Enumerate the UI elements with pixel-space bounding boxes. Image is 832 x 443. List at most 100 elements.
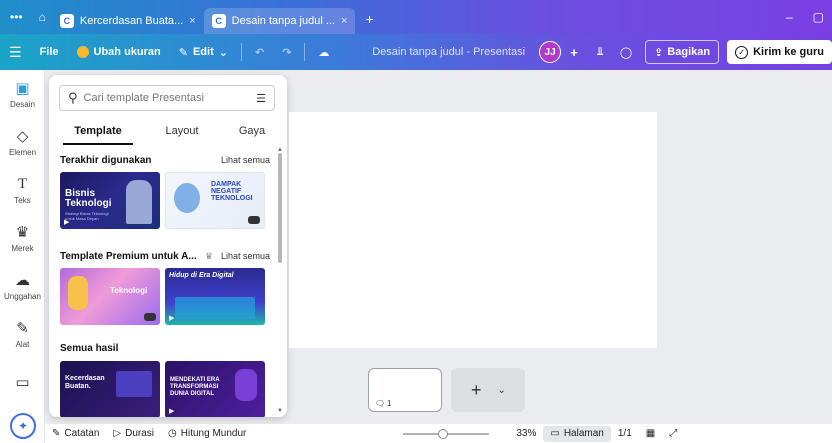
document-title[interactable]: Desain tanpa judul - Presentasi [372,46,539,58]
folder-icon: ▭ [15,374,30,391]
browser-tab-1[interactable]: C Kercerdasan Buata... × [52,8,204,34]
see-all-label: Lihat semua [220,251,270,261]
browser-tab-2[interactable]: C Desain tanpa judul ... × [203,8,356,34]
file-menu[interactable]: File [31,34,68,70]
sidebar-item-elements[interactable]: ◇ Elemen [0,118,45,166]
design-canvas[interactable] [289,112,657,348]
duration-label: Durasi [125,428,155,439]
search-icon: ⚲ [68,90,78,105]
edit-label: Edit [192,46,214,58]
chevron-down-icon: ⌄ [218,46,228,59]
sidebar-item-label: Unggahan [4,292,41,301]
timer-button[interactable]: ◷ Hitung Mundur [161,428,253,439]
send-to-teacher-button[interactable]: ✓ Kirim ke guru [727,40,832,64]
search-input[interactable]: ⚲ Cari template Presentasi ☰ [59,85,275,111]
sidebar-item-label: Merek [11,244,34,253]
browser-menu-icon[interactable]: ••• [0,10,33,24]
robot-hand-image [126,180,152,224]
comment-icon: 🗨 [375,399,386,408]
share-button[interactable]: ⇪ Bagikan [645,40,720,64]
scrollbar[interactable] [278,153,282,263]
sidebar-item-tools[interactable]: ✎ Alat [0,310,45,358]
page-thumbnail[interactable]: 🗨 1 [368,368,442,412]
zoom-level[interactable]: 33% [509,428,543,439]
shapes-icon: ◇ [16,128,29,145]
see-all-link[interactable]: Lihat semua [221,155,270,166]
pages-button[interactable]: ▭ Halaman [543,425,611,442]
bottom-bar: ✎ Catatan ▷ Durasi ◷ Hitung Mundur 33% ▭… [45,424,832,443]
section-title: Terakhir digunakan [60,155,152,166]
insights-icon[interactable]: ⫫ [587,40,613,64]
notes-button[interactable]: ✎ Catatan [45,428,106,439]
comment-icon[interactable]: ◯ [613,40,639,64]
illustration-image [68,276,88,310]
tab-template[interactable]: Template [63,121,133,145]
sidebar-item-brand[interactable]: ♛ Merek [0,214,45,262]
filter-icon[interactable]: ☰ [256,92,266,105]
draw-icon: ✎ [16,320,29,337]
maximize-button[interactable]: ▢ [813,10,824,24]
layout-icon: ▣ [15,80,30,97]
template-thumbnail[interactable]: MENDEKATI ERA TRANSFORMASI DUNIA DIGITAL… [165,361,265,417]
close-icon[interactable]: × [189,15,195,27]
play-icon: ▶ [169,315,175,322]
scroll-down-icon[interactable]: ▼ [277,408,283,414]
zoom-handle[interactable] [438,428,449,439]
text-icon: T [17,175,28,192]
thumbnail-title: Bisnis Teknologi [65,188,112,209]
pages-label: Halaman [563,428,604,439]
tab-style[interactable]: Gaya [217,121,287,145]
menu-button[interactable]: ☰ [0,34,31,70]
grid-view-icon[interactable]: ▦ [639,428,662,439]
add-page-button[interactable]: + ⌄ [451,368,525,412]
cloud-sync-icon[interactable]: ☁ [309,34,338,70]
redo-button[interactable]: ↷ [273,34,300,70]
send-label: Kirim ke guru [753,46,824,58]
scroll-up-icon[interactable]: ▲ [277,147,283,153]
section-recent: Terakhir digunakan Lihat semua [60,155,270,166]
page-count: 1/1 [617,428,632,439]
duration-button[interactable]: ▷ Durasi [106,428,161,439]
canva-logo-icon: C [59,14,74,28]
brand-icon: ♛ [15,224,30,241]
editor-toolbar: ☰ File Ubah ukuran ✎ Edit ⌄ ↶ ↷ ☁ Desain… [0,34,832,70]
add-collaborator-button[interactable]: + [561,40,587,64]
template-panel: ⚲ Cari template Presentasi ☰ Template La… [49,75,287,417]
see-all-link[interactable]: ♛ Lihat semua [205,251,270,262]
canva-logo-icon: C [211,14,226,28]
edit-menu[interactable]: ✎ Edit ⌄ [170,34,237,70]
template-thumbnail[interactable]: DAMPAK NEGATIF TEKNOLOGI [165,172,265,229]
upload-icon: ⇪ [654,46,664,59]
undo-button[interactable]: ↶ [246,34,273,70]
fullscreen-icon[interactable]: ⤢ [662,428,684,439]
minimize-button[interactable]: – [786,10,793,24]
sidebar-item-text[interactable]: T Teks [0,166,45,214]
zoom-slider[interactable] [403,428,490,439]
browser-tab-label: Desain tanpa judul ... [231,15,335,27]
tab-layout[interactable]: Layout [147,121,217,145]
sidebar-item-uploads[interactable]: ☁ Unggahan [0,262,45,310]
sidebar-item-design[interactable]: ▣ Desain [0,70,45,118]
page-number: 1 [387,399,392,408]
share-label: Bagikan [667,46,711,58]
thumbnail-title: Kecerdasan Buatan. [65,375,105,390]
avatar[interactable]: JJ [539,41,562,63]
laptop-image [116,371,152,397]
magic-assistant-button[interactable]: ✦ [10,413,36,439]
template-thumbnail[interactable]: Hidup di Era Digital ▶ [165,268,265,325]
sidebar-item-folder[interactable]: ▭ [0,358,45,406]
browser-tab-bar: ••• ⌂ C Kercerdasan Buata... × C Desain … [0,0,832,34]
template-thumbnail[interactable]: Kecerdasan Buatan. [60,361,160,417]
template-thumbnail[interactable]: Teknologi [60,268,160,325]
template-thumbnail[interactable]: Bisnis Teknologi Strategi Bisnis Teknolo… [60,172,160,229]
new-tab-button[interactable]: + [355,11,383,27]
video-badge-icon [248,216,260,224]
resize-button[interactable]: Ubah ukuran [68,34,170,70]
chevron-down-icon[interactable]: ⌄ [498,385,506,396]
timer-label: Hitung Mundur [180,428,247,439]
home-icon[interactable]: ⌂ [33,10,52,24]
video-badge-icon [144,313,156,321]
play-box-icon: ▷ [113,428,122,439]
close-icon[interactable]: × [341,15,347,27]
file-label: File [39,46,59,58]
